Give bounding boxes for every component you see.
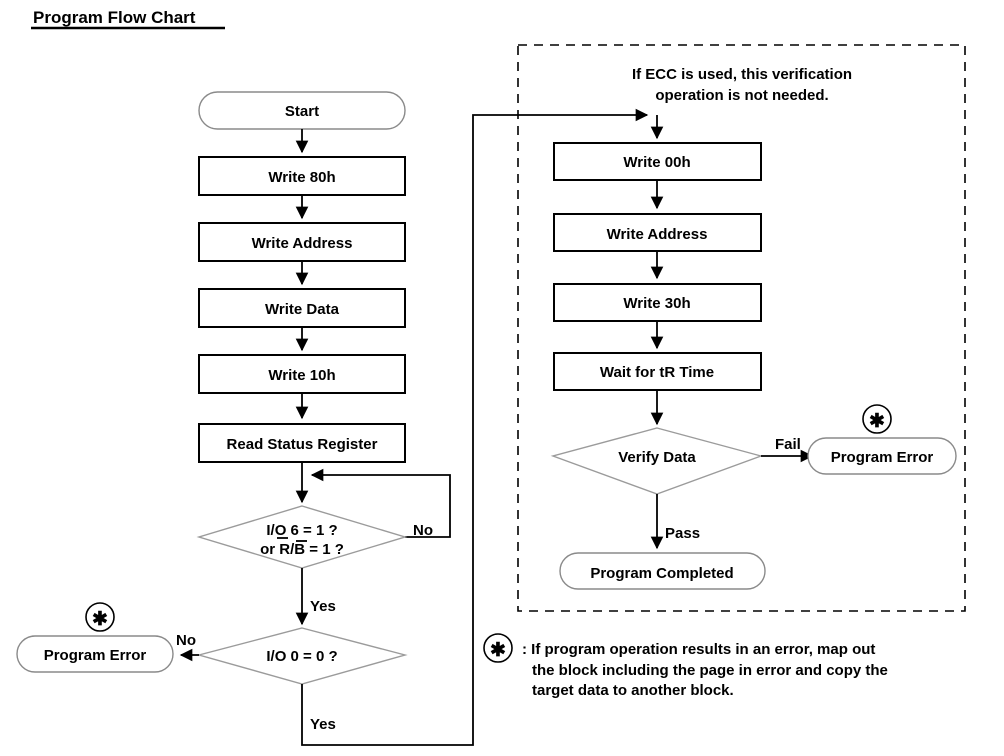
- write-00h-label: Write 00h: [623, 154, 690, 171]
- ecc-note: If ECC is used, this verification operat…: [632, 66, 852, 104]
- diagram-root: Program Flow Chart If ECC is used, this …: [0, 0, 1004, 756]
- node-write-address-left: Write Address: [198, 222, 406, 262]
- program-error-right-label: Program Error: [831, 449, 934, 466]
- asterisk-marker-left: ✱: [85, 602, 115, 632]
- edge-io6-yes: Yes: [295, 568, 336, 626]
- flowchart-canvas: Program Flow Chart If ECC is used, this …: [0, 0, 1004, 756]
- node-verify-data: Verify Data: [550, 427, 764, 495]
- node-write-00h: Write 00h: [553, 142, 762, 181]
- ecc-note-line-1: If ECC is used, this verification: [632, 66, 852, 83]
- asterisk-right-glyph: ✱: [869, 411, 885, 432]
- node-program-completed: Program Completed: [559, 552, 766, 590]
- write-10h-label: Write 10h: [268, 367, 335, 384]
- io0-yes-label: Yes: [310, 716, 336, 733]
- node-read-status-register: Read Status Register: [198, 423, 406, 463]
- write-address-left-label: Write Address: [252, 235, 353, 252]
- asterisk-left-glyph: ✱: [92, 609, 108, 630]
- verify-pass-label: Pass: [665, 525, 700, 542]
- read-status-register-label: Read Status Register: [227, 436, 378, 453]
- program-completed-label: Program Completed: [590, 565, 733, 582]
- node-write-address-right: Write Address: [553, 213, 762, 252]
- decision-io0-label: I/O 0 = 0 ?: [266, 648, 337, 665]
- footnote-asterisk-glyph: ✱: [490, 640, 506, 661]
- ecc-note-line-2: operation is not needed.: [655, 87, 828, 104]
- ecc-dashed-panel: [517, 44, 966, 612]
- io0-no-label: No: [176, 632, 196, 649]
- node-write-10h: Write 10h: [198, 354, 406, 394]
- node-write-30h: Write 30h: [553, 283, 762, 322]
- write-address-right-label: Write Address: [607, 226, 708, 243]
- node-wait-tr-time: Wait for tR Time: [553, 352, 762, 391]
- page-title-text: Program Flow Chart: [33, 8, 196, 27]
- decision-io6-line-2: or R/B = 1 ?: [260, 541, 344, 558]
- program-flow-chart-svg: Program Flow Chart If ECC is used, this …: [16, 8, 966, 746]
- decision-io6-line-1: I/O 6 = 1 ?: [266, 522, 337, 539]
- node-decision-io0: I/O 0 = 0 ?: [196, 627, 408, 685]
- node-program-error-right: Program Error: [807, 437, 957, 475]
- node-write-80h: Write 80h: [198, 156, 406, 196]
- start-label: Start: [285, 103, 319, 120]
- edge-verify-pass: Pass: [650, 494, 700, 550]
- page-title: Program Flow Chart: [31, 8, 225, 30]
- write-30h-label: Write 30h: [623, 295, 690, 312]
- verify-data-label: Verify Data: [618, 449, 696, 466]
- footnote-line-3: target data to another block.: [532, 682, 734, 699]
- node-program-error-left: Program Error: [16, 635, 174, 673]
- node-start: Start: [198, 91, 406, 130]
- edge-io0-no: No: [176, 632, 199, 662]
- io6-yes-label: Yes: [310, 598, 336, 615]
- wait-tr-time-label: Wait for tR Time: [600, 364, 714, 381]
- footnote-line-1: : If program operation results in an err…: [522, 641, 875, 658]
- write-data-label: Write Data: [265, 301, 340, 318]
- verify-fail-label: Fail: [775, 436, 801, 453]
- write-80h-label: Write 80h: [268, 169, 335, 186]
- program-error-left-label: Program Error: [44, 647, 147, 664]
- node-decision-io6: I/O 6 = 1 ? or R/B = 1 ?: [196, 505, 408, 569]
- edge-verify-fail: Fail: [761, 436, 814, 463]
- footnote: ✱ : If program operation results in an e…: [483, 633, 888, 699]
- asterisk-marker-right: ✱: [862, 404, 892, 434]
- footnote-line-2: the block including the page in error an…: [532, 662, 888, 679]
- node-write-data: Write Data: [198, 288, 406, 328]
- io6-no-label: No: [413, 522, 433, 539]
